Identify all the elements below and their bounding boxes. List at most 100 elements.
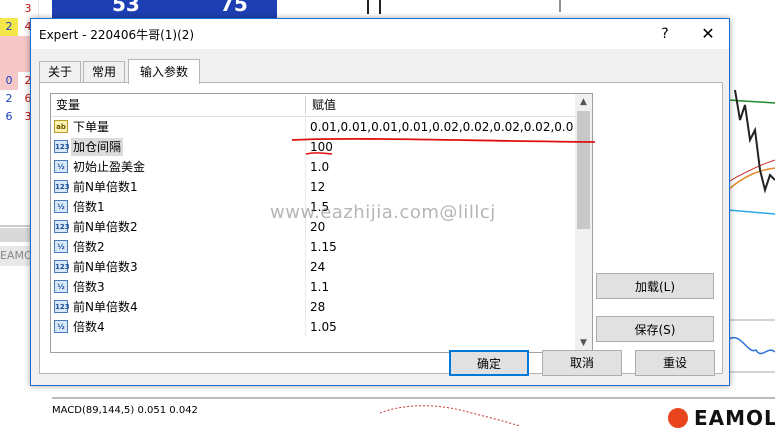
parameter-row[interactable]: ½ 倍数3 1.1 [51,277,575,297]
price-cell-left: 6 [0,108,18,126]
parameter-row[interactable]: ab 下单量 0.01,0.01,0.01,0.01,0.02,0.02,0.02,… [51,117,575,137]
cell-divider [305,317,306,337]
parameter-name-cell: 前N单倍数3 [71,258,140,276]
price-cell-left [0,54,18,72]
cell-divider [305,157,306,177]
price-cell-right: 3 [18,0,38,18]
parameter-value[interactable]: 0.01,0.01,0.01,0.01,0.02,0.02,0.02,0.02,… [310,117,574,137]
double-type-icon: ½ [54,240,68,253]
parameter-name: 下单量 [73,120,110,134]
save-button[interactable]: 保存(S) [596,316,714,342]
parameter-name-cell: 下单量 [71,118,111,136]
string-type-icon: ab [54,120,68,133]
panel-divider [0,228,30,242]
parameter-name: 初始止盈美金 [73,160,146,174]
column-divider[interactable] [305,96,306,114]
parameter-name: 加仓间隔 [73,140,122,154]
parameter-row[interactable]: ½ 初始止盈美金 1.0 [51,157,575,177]
parameter-row[interactable]: ½ 倍数2 1.15 [51,237,575,257]
parameter-name: 前N单倍数3 [73,260,138,274]
close-button[interactable]: ✕ [687,19,729,49]
cell-divider [305,257,306,277]
brand-text: EAMOL [694,406,775,430]
parameter-name-cell: 前N单倍数4 [71,298,140,316]
ticker-left-value: 53 [112,0,140,16]
ok-button[interactable]: 确定 [449,350,529,376]
list-header: 变量 赋值 [51,94,575,117]
watermark-text: www.eazhijia.com@lillcj [270,202,496,223]
column-variable[interactable]: 变量 [56,94,80,116]
cell-divider [305,137,306,157]
load-button[interactable]: 加载(L) [596,273,714,299]
tab-about[interactable]: 关于 [39,61,81,82]
parameter-value[interactable]: 1.1 [310,277,574,297]
parameter-name: 前N单倍数1 [73,180,138,194]
double-type-icon: ½ [54,200,68,213]
price-cell-left: 0 [0,72,18,90]
reset-button[interactable]: 重设 [635,350,715,376]
cell-divider [305,297,306,317]
integer-type-icon: 123 [54,260,70,273]
price-cell-left: 2 [0,90,18,108]
integer-type-icon: 123 [54,220,70,233]
ticker-right-value: 75 [220,0,248,16]
parameter-name-cell: 倍数3 [71,278,107,296]
double-type-icon: ½ [54,280,68,293]
integer-type-icon: 123 [54,180,70,193]
parameter-value[interactable]: 100 [310,137,574,157]
parameter-name: 前N单倍数4 [73,300,138,314]
tab-common[interactable]: 常用 [83,61,125,82]
price-cell-left: 2 [0,18,18,36]
integer-type-icon: 123 [54,140,70,153]
double-type-icon: ½ [54,160,68,173]
price-cell-left [0,0,18,18]
help-button[interactable]: ? [643,19,687,49]
column-value[interactable]: 赋值 [312,94,336,116]
parameter-value[interactable]: 28 [310,297,574,317]
parameter-name-cell: 初始止盈美金 [71,158,147,176]
price-row: 3 [0,0,38,18]
parameter-name: 倍数4 [73,320,105,334]
parameter-name: 倍数1 [73,200,105,214]
double-type-icon: ½ [54,320,68,333]
parameter-row[interactable]: ½ 倍数4 1.05 [51,317,575,337]
parameter-name-cell: 前N单倍数2 [71,218,140,236]
vertical-scrollbar[interactable]: ▲ ▼ [575,94,592,352]
tab-inputs[interactable]: 输入参数 [128,59,200,84]
integer-type-icon: 123 [54,300,70,313]
parameter-value[interactable]: 1.15 [310,237,574,257]
parameter-list[interactable]: 变量 赋值 ab 下单量 0.01,0.01,0.01,0.01,0.02,0.02… [50,93,593,353]
parameter-name: 前N单倍数2 [73,220,138,234]
inputs-panel: 变量 赋值 ab 下单量 0.01,0.01,0.01,0.01,0.02,0.02… [39,82,723,374]
parameter-value[interactable]: 1.05 [310,317,574,337]
scroll-thumb[interactable] [577,111,590,229]
cancel-button[interactable]: 取消 [542,350,622,376]
parameter-row[interactable]: 123 前N单倍数4 28 [51,297,575,317]
lower-tab-label: EAMOL [0,246,39,266]
price-cell-left [0,36,18,54]
brand-logo: EAMOL [662,405,775,432]
dialog-title: Expert - 220406牛哥(1)(2) [39,28,195,42]
ticker-bar: 53 75 [52,0,277,18]
parameter-name-cell: 倍数2 [71,238,107,256]
parameter-name-cell: 倍数4 [71,318,107,336]
cell-divider [305,177,306,197]
macd-indicator-label: MACD(89,144,5) 0.051 0.042 [52,405,198,416]
parameter-row[interactable]: 123 前N单倍数1 12 [51,177,575,197]
parameter-name-cell: 加仓间隔 [71,138,124,156]
parameter-name: 倍数3 [73,280,105,294]
cell-divider [305,237,306,257]
brand-icon [668,408,688,428]
parameter-name: 倍数2 [73,240,105,254]
scroll-up-arrow-icon[interactable]: ▲ [575,94,592,111]
parameter-value[interactable]: 12 [310,177,574,197]
cell-divider [305,117,306,137]
parameter-name-cell: 前N单倍数1 [71,178,140,196]
dialog-titlebar[interactable]: Expert - 220406牛哥(1)(2) ? ✕ [31,19,729,49]
parameter-row[interactable]: 123 前N单倍数3 24 [51,257,575,277]
parameter-value[interactable]: 24 [310,257,574,277]
parameter-value[interactable]: 1.0 [310,157,574,177]
cell-divider [305,277,306,297]
parameter-row[interactable]: 123 加仓间隔 100 [51,137,575,157]
parameter-name-cell: 倍数1 [71,198,107,216]
